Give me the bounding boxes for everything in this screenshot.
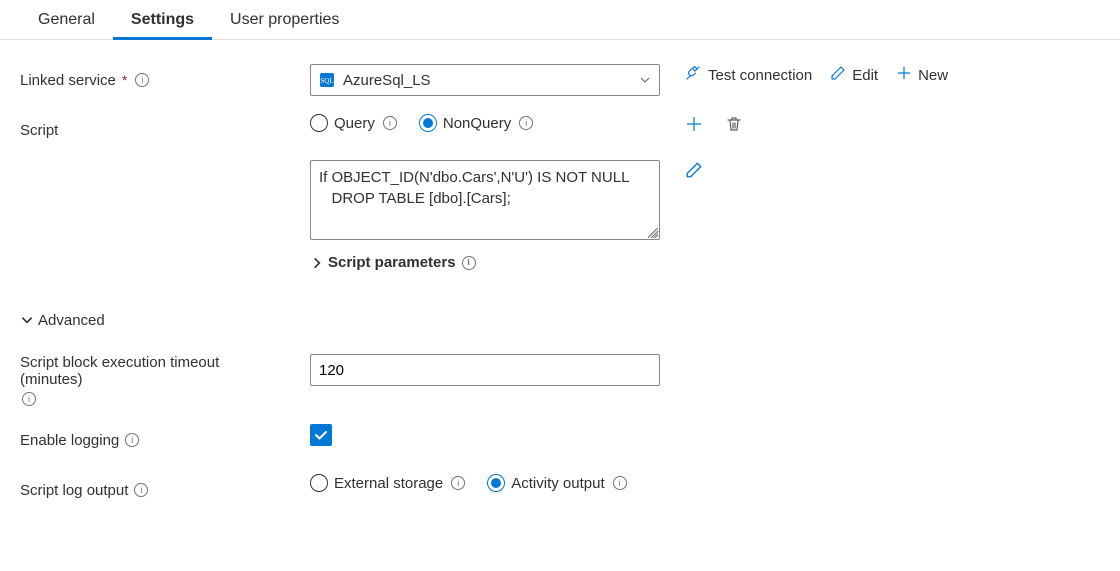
edit-script-button[interactable] [684,160,704,180]
chevron-right-icon [310,256,324,270]
radio-icon [310,114,328,132]
linked-service-value: AzureSql_LS [343,72,631,89]
timeout-input[interactable] [310,354,660,386]
tabs: General Settings User properties [0,0,1120,40]
external-storage-label: External storage [334,475,443,492]
tab-settings[interactable]: Settings [113,1,212,40]
info-icon[interactable]: i [22,392,36,406]
query-label: Query [334,115,375,132]
enable-logging-checkbox[interactable] [310,424,332,446]
settings-panel: Linked service * i SQL AzureSql_LS Test … [0,40,1120,506]
enable-logging-label: Enable logging [20,432,119,449]
info-icon[interactable]: i [451,476,465,490]
info-icon[interactable]: i [519,116,533,130]
log-output-label: Script log output [20,482,128,499]
timeout-label: Script block execution timeout (minutes) [20,354,280,388]
info-icon[interactable]: i [134,483,148,497]
info-icon[interactable]: i [383,116,397,130]
chevron-down-icon [20,313,34,327]
delete-script-button[interactable] [724,114,744,134]
tab-general[interactable]: General [20,1,113,40]
new-button[interactable]: New [896,65,948,85]
script-parameters-label: Script parameters [328,254,456,271]
required-asterisk: * [122,72,127,88]
advanced-expander[interactable]: Advanced [20,312,105,329]
edit-button[interactable]: Edit [830,65,878,85]
linked-service-label: Linked service [20,72,116,89]
tab-user-properties[interactable]: User properties [212,1,357,40]
test-connection-label: Test connection [708,67,812,84]
plus-icon [896,65,912,85]
add-script-button[interactable] [684,114,704,134]
linked-service-dropdown[interactable]: SQL AzureSql_LS [310,64,660,96]
sql-icon: SQL [319,72,335,88]
info-icon[interactable]: i [125,433,139,447]
advanced-label: Advanced [38,312,105,329]
log-output-external[interactable]: External storage i [310,474,465,492]
pencil-icon [830,65,846,85]
radio-icon [419,114,437,132]
test-connection-button[interactable]: Test connection [684,64,812,86]
log-output-activity[interactable]: Activity output i [487,474,626,492]
activity-output-label: Activity output [511,475,604,492]
radio-icon [487,474,505,492]
script-label: Script [20,122,58,139]
info-icon[interactable]: i [613,476,627,490]
script-type-query[interactable]: Query i [310,114,397,132]
plug-icon [684,64,702,86]
script-textarea[interactable]: If OBJECT_ID(N'dbo.Cars',N'U') IS NOT NU… [310,160,660,240]
nonquery-label: NonQuery [443,115,511,132]
svg-text:SQL: SQL [320,77,333,85]
radio-icon [310,474,328,492]
new-label: New [918,67,948,84]
script-type-nonquery[interactable]: NonQuery i [419,114,533,132]
info-icon[interactable]: i [135,73,149,87]
edit-label: Edit [852,67,878,84]
info-icon[interactable]: i [462,256,476,270]
script-parameters-expander[interactable]: Script parameters i [310,254,476,271]
chevron-down-icon [639,74,651,86]
